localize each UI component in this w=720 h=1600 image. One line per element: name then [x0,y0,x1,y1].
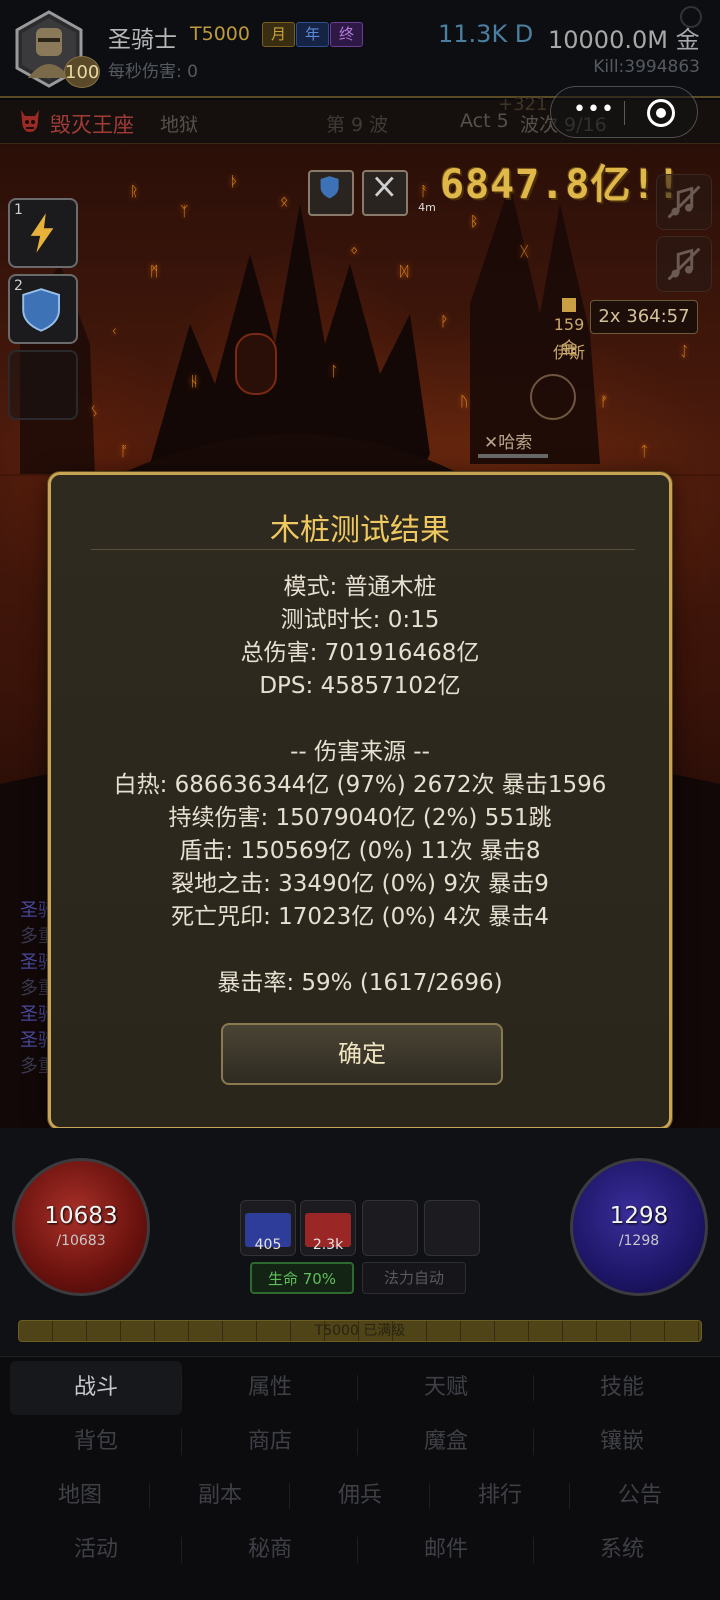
tag-final[interactable]: 终 [330,22,363,47]
nav-item-map[interactable]: 地图 [10,1469,150,1523]
shield-buff-icon [320,176,339,199]
bottom-hud: 10683 /10683 1298 /1298 405 2.3k 生命 70% … [0,1128,720,1356]
capsule-divider [624,101,625,125]
skill-slot-number: 1 [14,202,23,218]
sound-off-icon [667,247,701,281]
source-line-dot: 持续伤害: 15079040亿 (2%) 551跳 [168,805,552,831]
nav-item-battle[interactable]: 战斗 [10,1361,182,1415]
source-line-white-heat: 白热: 686636344亿 (97%) 2672次 暴击1596 [113,772,607,798]
buff-sword[interactable]: 4m [362,170,436,216]
kill-count: Kill:3994863 [593,57,700,77]
dummy-test-result-dialog: 木桩测试结果 模式: 普通木桩 测试时长: 0:15 总伤害: 70191646… [48,472,672,1130]
nav-item-system[interactable]: 系统 [534,1523,710,1577]
currency-d: 11.3K D [438,20,534,48]
nav-item-mercenary[interactable]: 佣兵 [290,1469,430,1523]
auto-mana-toggle[interactable]: 法力自动 [362,1262,466,1294]
corner-arc [680,6,702,28]
dps-line: DPS: 45857102亿 [259,673,461,699]
main-nav: 战斗 属性 天赋 技能 背包 商店 魔盒 镶嵌 地图 副本 佣兵 排行 公告 活… [0,1356,720,1600]
nav-row-1: 战斗 属性 天赋 技能 [0,1361,720,1415]
dialog-divider [91,549,635,550]
nav-item-attributes[interactable]: 属性 [182,1361,358,1415]
experience-label: T5000 已满级 [314,1323,406,1339]
damage-float: +321 [498,94,548,115]
duration-line: 测试时长: 0:15 [280,607,440,633]
skill-slot-number: 2 [14,278,23,294]
nav-item-skills[interactable]: 技能 [534,1361,710,1415]
nav-item-events[interactable]: 活动 [10,1523,182,1577]
miniprogram-capsule[interactable]: ••• [550,86,698,138]
crit-rate-line: 暴击率: 59% (1617/2696) [217,970,503,996]
nav-item-bag[interactable]: 背包 [10,1415,182,1469]
empty-skill-slot[interactable] [8,350,78,420]
demon-icon [21,110,39,132]
health-orb: 10683 /10683 [12,1158,150,1296]
damage-number: 6847.8亿!! [440,162,682,208]
enemy-label: ✕哈索 [484,433,533,453]
more-icon[interactable]: ••• [573,97,615,122]
mute-sound-button[interactable] [656,236,712,292]
close-target-icon[interactable] [647,99,675,127]
dps-label: 每秒伤害: 0 [108,62,198,82]
nav-row-3: 地图 副本 佣兵 排行 公告 [0,1469,720,1523]
nav-item-notice[interactable]: 公告 [570,1469,710,1523]
nav-item-ranking[interactable]: 排行 [430,1469,570,1523]
nav-item-talents[interactable]: 天赋 [358,1361,534,1415]
hero-name: 圣骑士 [108,27,177,53]
potion-count: 405 [254,1237,282,1253]
mute-music-button[interactable] [656,174,712,230]
potion-slot-empty[interactable] [424,1200,480,1256]
speed-timer[interactable]: 2x 364:57 [590,300,698,334]
confirm-button[interactable]: 确定 [221,1023,503,1085]
nav-item-mail[interactable]: 邮件 [358,1523,534,1577]
mana-max: /1298 [618,1233,660,1249]
music-off-icon [667,185,701,219]
potion-slot-2[interactable]: 2.3k [300,1200,356,1256]
skill-slot-2[interactable]: 2 [8,274,78,344]
skill-slot-1[interactable]: 1 [8,198,78,268]
level-badge: 100 [64,56,100,88]
potion-slot-empty[interactable] [362,1200,418,1256]
nav-item-shop[interactable]: 商店 [182,1415,358,1469]
gold-coin-icon [562,298,576,312]
difficulty-label: 地狱 [160,114,199,136]
tier-label: T5000 [190,23,250,45]
tag-year[interactable]: 年 [296,22,329,47]
nav-item-dungeon[interactable]: 副本 [150,1469,290,1523]
damage-source-header: -- 伤害来源 -- [290,739,430,765]
currency-gold: 10000.0M 金 [548,26,700,54]
nav-item-secret-shop[interactable]: 秘商 [182,1523,358,1577]
nav-item-magic-box[interactable]: 魔盒 [358,1415,534,1469]
health-max: /10683 [56,1233,106,1249]
crossed-swords-icon [374,176,394,197]
mode-line: 模式: 普通木桩 [283,574,437,600]
source-line-ground-slam: 裂地之击: 33490亿 (0%) 9次 暴击9 [171,871,549,897]
dialog-title: 木桩测试结果 [270,513,450,548]
experience-bar: T5000 已满级 [18,1320,702,1342]
tag-month[interactable]: 月 [262,22,295,47]
source-line-shield-bash: 盾击: 150569亿 (0%) 11次 暴击8 [179,838,541,864]
source-line-death-mark: 死亡咒印: 17023亿 (0%) 4次 暴击4 [171,904,549,930]
npc-name: 伊斯 [553,343,586,362]
potion-slot-1[interactable]: 405 [240,1200,296,1256]
target-ring [530,374,576,420]
mana-orb: 1298 /1298 [570,1158,708,1296]
enemy-health-bar [478,454,548,458]
health-current: 10683 [44,1203,118,1229]
nav-row-4: 活动 秘商 邮件 系统 [0,1523,720,1577]
wave-label: 第 9 波 [326,114,389,136]
header: 100 圣骑士 T5000 月 年 终 每秒伤害: 0 11.3K D 1000… [0,0,720,98]
mana-current: 1298 [609,1203,669,1229]
buff-shield[interactable]: 1s [308,170,379,216]
zone-name: 毁灭王座 [50,113,134,137]
potion-count: 2.3k [312,1237,344,1253]
auto-health-toggle[interactable]: 生命 70% [250,1262,354,1294]
total-damage-line: 总伤害: 701916468亿 [240,640,480,666]
nav-item-inlay[interactable]: 镶嵌 [534,1415,710,1469]
nav-row-2: 背包 商店 魔盒 镶嵌 [0,1415,720,1469]
